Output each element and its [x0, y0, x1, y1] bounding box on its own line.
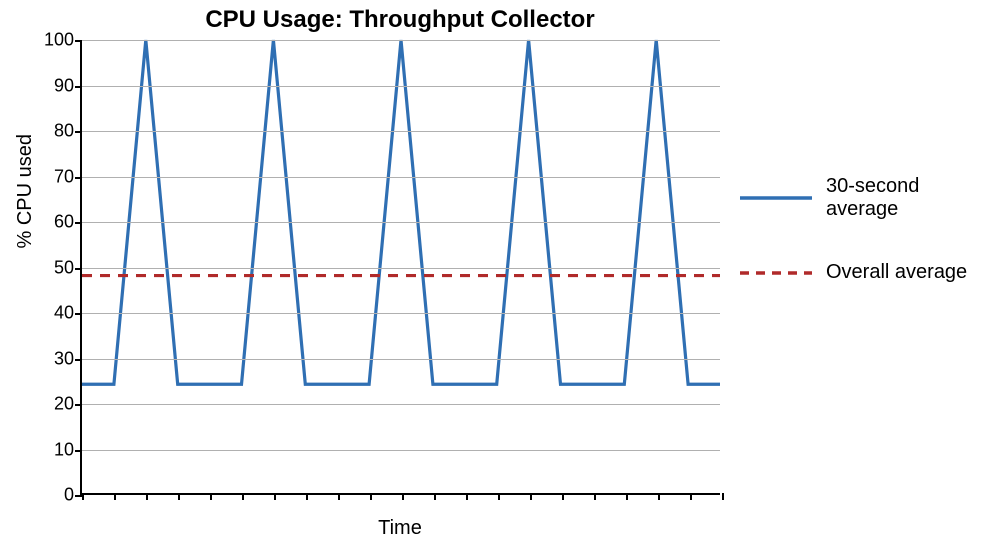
x-axis-label: Time [80, 517, 720, 540]
y-tick-label: 10 [54, 439, 74, 460]
gridline [82, 359, 720, 360]
x-tick-mark [562, 493, 564, 500]
y-tick-label: 50 [54, 257, 74, 278]
legend-item-30-second-average: 30-second average [740, 175, 990, 221]
y-tick-label: 20 [54, 394, 74, 415]
x-tick-mark [242, 493, 244, 500]
y-tick-mark [75, 359, 82, 361]
x-tick-mark [466, 493, 468, 500]
x-tick-mark [594, 493, 596, 500]
x-tick-mark [402, 493, 404, 500]
y-tick-label: 90 [54, 75, 74, 96]
y-tick-mark [75, 495, 82, 497]
gridline [82, 86, 720, 87]
y-tick-mark [75, 313, 82, 315]
x-tick-mark [146, 493, 148, 500]
x-tick-mark [338, 493, 340, 500]
y-tick-label: 70 [54, 166, 74, 187]
gridline [82, 450, 720, 451]
x-tick-mark [722, 493, 724, 500]
x-tick-mark [210, 493, 212, 500]
x-tick-mark [178, 493, 180, 500]
x-tick-mark [274, 493, 276, 500]
gridline [82, 177, 720, 178]
x-tick-mark [626, 493, 628, 500]
legend-item-overall-average: Overall average [740, 261, 990, 284]
y-tick-mark [75, 131, 82, 133]
x-tick-mark [498, 493, 500, 500]
gridline [82, 222, 720, 223]
series-line [82, 40, 720, 384]
legend-label: Overall average [826, 261, 967, 284]
legend-label: 30-second average [826, 175, 990, 221]
y-tick-label: 80 [54, 121, 74, 142]
x-tick-mark [530, 493, 532, 500]
x-tick-mark [690, 493, 692, 500]
x-tick-mark [434, 493, 436, 500]
x-tick-mark [114, 493, 116, 500]
y-tick-mark [75, 450, 82, 452]
y-tick-mark [75, 268, 82, 270]
x-tick-mark [370, 493, 372, 500]
gridline [82, 40, 720, 41]
legend-swatch-solid [740, 188, 812, 208]
y-tick-label: 40 [54, 303, 74, 324]
x-tick-mark [658, 493, 660, 500]
y-tick-label: 60 [54, 212, 74, 233]
gridline [82, 268, 720, 269]
chart-title: CPU Usage: Throughput Collector [80, 6, 720, 34]
y-tick-mark [75, 86, 82, 88]
y-axis-label: % CPU used [14, 134, 37, 249]
y-tick-label: 100 [44, 30, 74, 51]
series-layer [82, 40, 720, 493]
y-tick-mark [75, 404, 82, 406]
gridline [82, 131, 720, 132]
x-tick-mark [82, 493, 84, 500]
y-tick-mark [75, 222, 82, 224]
legend: 30-second average Overall average [740, 175, 990, 324]
y-tick-mark [75, 40, 82, 42]
chart-container: CPU Usage: Throughput Collector % CPU us… [0, 0, 1000, 546]
plot-area: 0102030405060708090100 [80, 40, 720, 495]
gridline [82, 313, 720, 314]
y-tick-label: 30 [54, 348, 74, 369]
gridline [82, 404, 720, 405]
legend-swatch-dashed [740, 263, 812, 283]
x-tick-mark [306, 493, 308, 500]
y-tick-label: 0 [64, 485, 74, 506]
y-tick-mark [75, 177, 82, 179]
